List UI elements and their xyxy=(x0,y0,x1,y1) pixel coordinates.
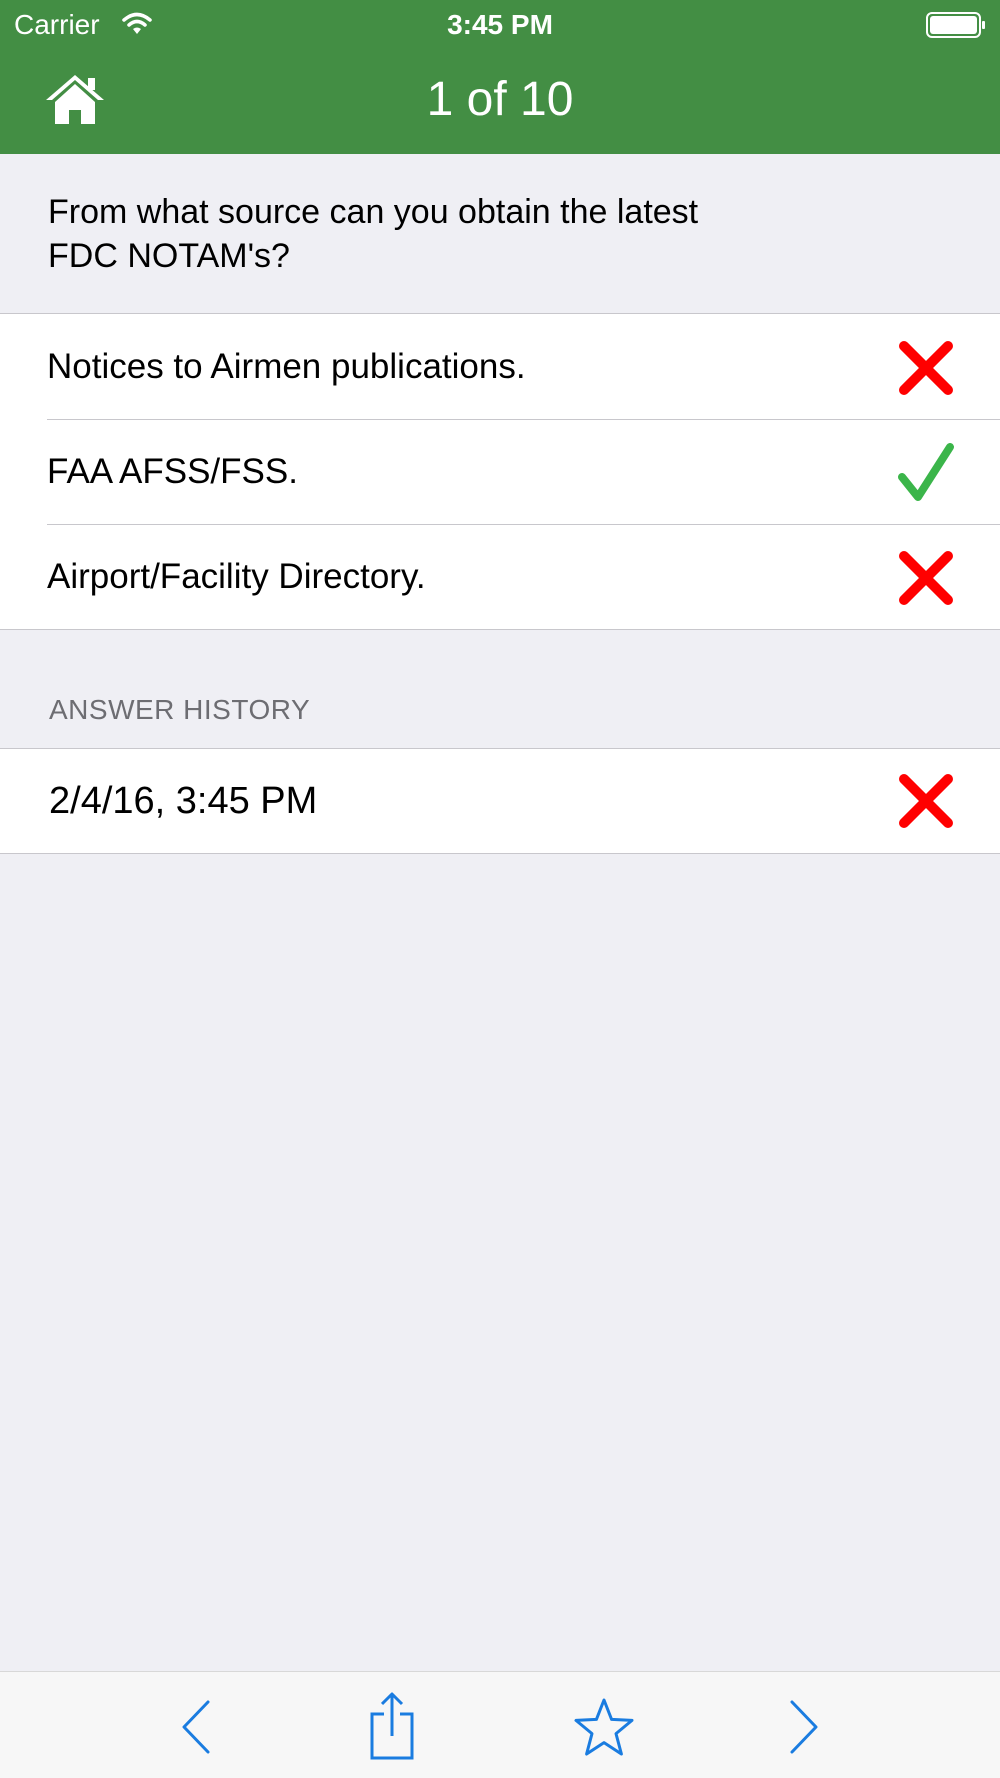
answer-label: FAA AFSS/FSS. xyxy=(47,452,298,491)
share-button[interactable] xyxy=(360,1690,424,1762)
status-time: 3:45 PM xyxy=(447,9,553,40)
star-icon xyxy=(574,1698,634,1756)
share-icon xyxy=(370,1692,414,1760)
check-icon xyxy=(896,443,956,503)
page-title: 1 of 10 xyxy=(426,73,574,126)
cross-icon xyxy=(896,338,956,398)
cross-icon xyxy=(896,771,956,831)
cross-icon xyxy=(896,548,956,608)
answer-option-3[interactable]: Airport/Facility Directory. xyxy=(0,524,1000,629)
previous-button[interactable] xyxy=(166,1694,230,1760)
answer-option-1[interactable]: Notices to Airmen publications. xyxy=(0,314,1000,419)
question-text: From what source can you obtain the late… xyxy=(48,193,699,275)
favorite-button[interactable] xyxy=(572,1694,636,1760)
answer-history-list: 2/4/16, 3:45 PM xyxy=(0,748,1000,854)
history-entry: 2/4/16, 3:45 PM xyxy=(0,749,1000,853)
answer-history-header: ANSWER HISTORY xyxy=(49,694,311,725)
status-bar: Carrier 3:45 PM xyxy=(0,0,1000,52)
chevron-right-icon xyxy=(790,1700,818,1754)
nav-bar: 1 of 10 xyxy=(0,52,1000,154)
battery-icon xyxy=(926,12,986,38)
answer-label: Notices to Airmen publications. xyxy=(47,347,526,386)
answer-label: Airport/Facility Directory. xyxy=(47,557,426,596)
answer-option-2[interactable]: FAA AFSS/FSS. xyxy=(0,419,1000,524)
header: Carrier 3:45 PM 1 of 10 xyxy=(0,0,1000,154)
chevron-left-icon xyxy=(182,1700,210,1754)
answer-list: Notices to Airmen publications. FAA AFSS… xyxy=(0,313,1000,630)
bottom-toolbar xyxy=(0,1671,1000,1778)
history-timestamp: 2/4/16, 3:45 PM xyxy=(49,780,318,822)
next-button[interactable] xyxy=(770,1694,834,1760)
